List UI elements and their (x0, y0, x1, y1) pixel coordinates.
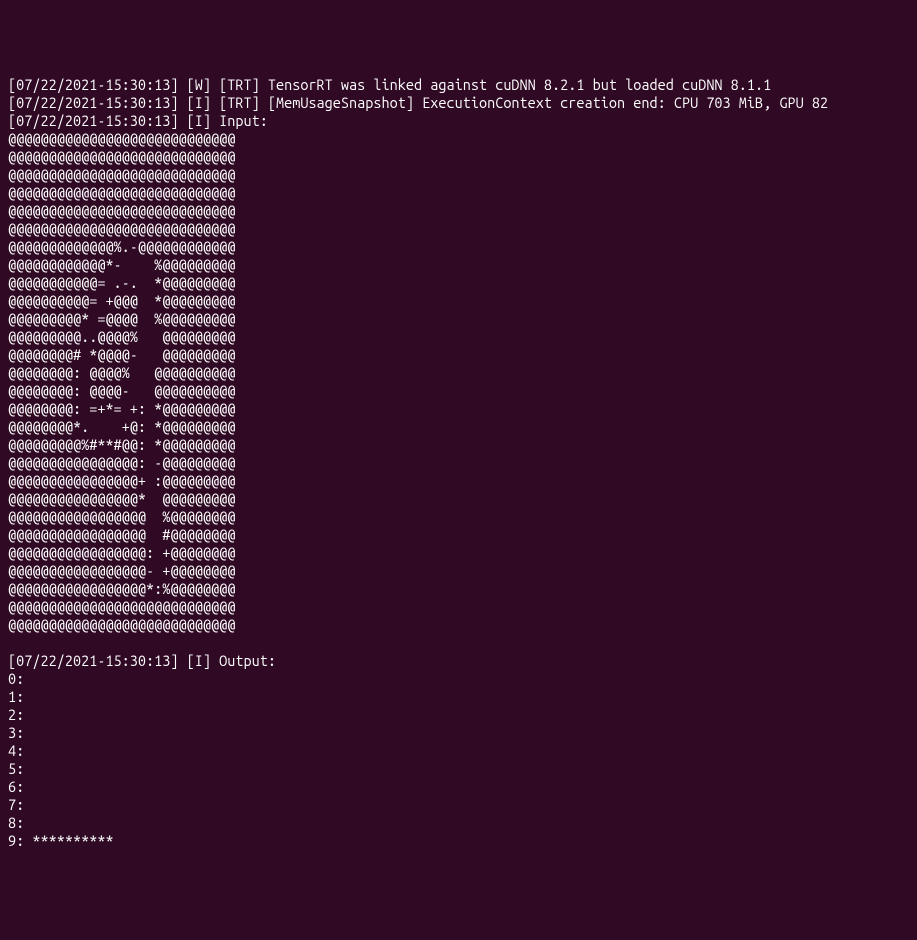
terminal-line: 9: ********** (8, 832, 909, 850)
terminal-line: @@@@@@@@@@@@@@@@@@@@@@@@@@@@ (8, 616, 909, 634)
terminal-line: @@@@@@@@@..@@@@% @@@@@@@@@ (8, 328, 909, 346)
terminal-line: @@@@@@@@@@@@@@@@@ #@@@@@@@@ (8, 526, 909, 544)
terminal-line: @@@@@@@@@@@@@@@@@*:%@@@@@@@@ (8, 580, 909, 598)
terminal-line: @@@@@@@@@@@@@@@@@: +@@@@@@@@ (8, 544, 909, 562)
terminal-line: 1: (8, 688, 909, 706)
terminal-line: [07/22/2021-15:30:13] [I] [TRT] [MemUsag… (8, 94, 909, 112)
terminal-line: @@@@@@@@# *@@@@- @@@@@@@@@ (8, 346, 909, 364)
terminal-line: @@@@@@@@@@= +@@@ *@@@@@@@@@ (8, 292, 909, 310)
terminal-line: @@@@@@@@: @@@@% @@@@@@@@@@ (8, 364, 909, 382)
terminal-line: @@@@@@@@@@@@@@@@* @@@@@@@@@ (8, 490, 909, 508)
terminal-line: @@@@@@@@@@@@@@@@@@@@@@@@@@@@ (8, 166, 909, 184)
terminal-line: 7: (8, 796, 909, 814)
terminal-line: @@@@@@@@@@@@@@@@: -@@@@@@@@@ (8, 454, 909, 472)
terminal-line: 2: (8, 706, 909, 724)
terminal-line: @@@@@@@@: =+*= +: *@@@@@@@@@ (8, 400, 909, 418)
terminal-line: 3: (8, 724, 909, 742)
terminal-line: [07/22/2021-15:30:13] [I] Input: (8, 112, 909, 130)
terminal-output: [07/22/2021-15:30:13] [W] [TRT] TensorRT… (8, 76, 909, 850)
terminal-line: @@@@@@@@@@@@@@@@@- +@@@@@@@@ (8, 562, 909, 580)
terminal-line: @@@@@@@@@* =@@@@ %@@@@@@@@@ (8, 310, 909, 328)
terminal-line: @@@@@@@@*. +@: *@@@@@@@@@ (8, 418, 909, 436)
terminal-line: @@@@@@@@@@@@@@@@@@@@@@@@@@@@ (8, 184, 909, 202)
terminal-line: @@@@@@@@@@@@@@@@@@@@@@@@@@@@ (8, 202, 909, 220)
terminal-line: [07/22/2021-15:30:13] [W] [TRT] TensorRT… (8, 76, 909, 94)
terminal-line: @@@@@@@@: @@@@- @@@@@@@@@@ (8, 382, 909, 400)
terminal-line: @@@@@@@@@@@@@%.-@@@@@@@@@@@@ (8, 238, 909, 256)
terminal-line: @@@@@@@@@@@@@@@@@@@@@@@@@@@@ (8, 148, 909, 166)
terminal-line: [07/22/2021-15:30:13] [I] Output: (8, 652, 909, 670)
terminal-line: @@@@@@@@@@@= .-. *@@@@@@@@@ (8, 274, 909, 292)
terminal-line (8, 634, 909, 652)
terminal-line: @@@@@@@@@@@@@@@@@@@@@@@@@@@@ (8, 598, 909, 616)
terminal-line: @@@@@@@@@%#**#@@: *@@@@@@@@@ (8, 436, 909, 454)
terminal-line: @@@@@@@@@@@@@@@@@@@@@@@@@@@@ (8, 220, 909, 238)
terminal-line: @@@@@@@@@@@@@@@@@ %@@@@@@@@ (8, 508, 909, 526)
terminal-line: @@@@@@@@@@@@@@@@+ :@@@@@@@@@ (8, 472, 909, 490)
terminal-line: 8: (8, 814, 909, 832)
terminal-line: @@@@@@@@@@@@*- %@@@@@@@@@ (8, 256, 909, 274)
terminal-line: @@@@@@@@@@@@@@@@@@@@@@@@@@@@ (8, 130, 909, 148)
terminal-line: 6: (8, 778, 909, 796)
terminal-line: 0: (8, 670, 909, 688)
terminal-line: 5: (8, 760, 909, 778)
terminal-line: 4: (8, 742, 909, 760)
